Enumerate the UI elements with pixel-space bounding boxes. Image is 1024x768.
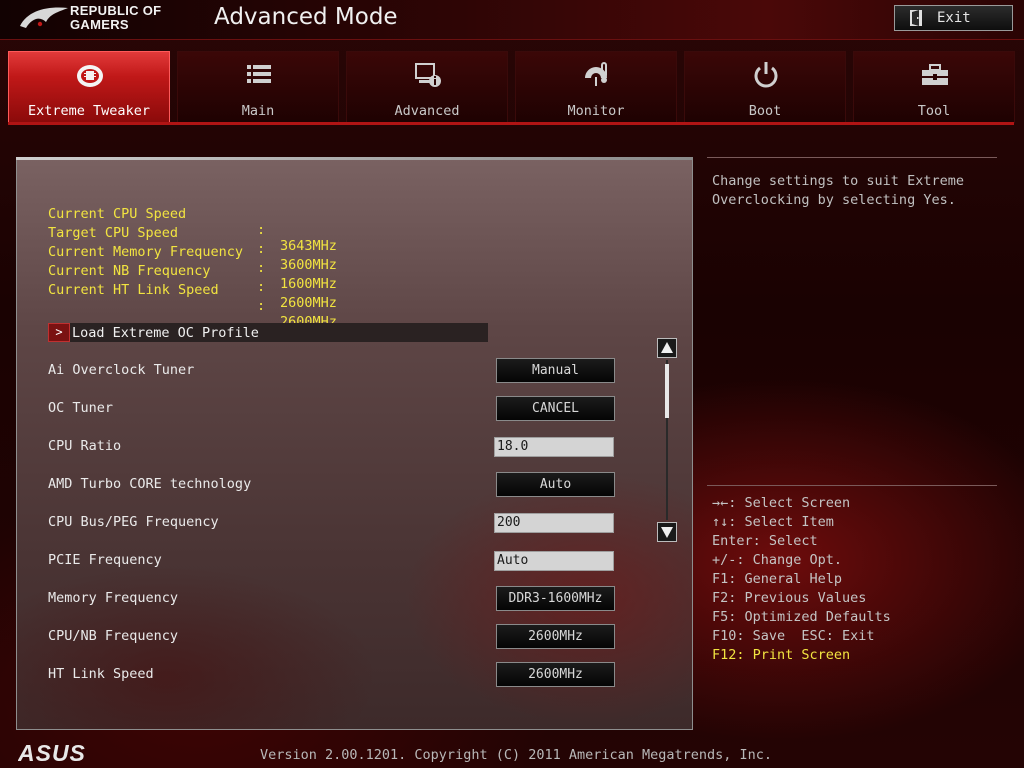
- info-value: 2600MHz: [280, 295, 337, 311]
- info-value: 3600MHz: [280, 257, 337, 273]
- info-key: Current NB Frequency: [48, 263, 211, 279]
- tab-label: Main: [241, 103, 275, 119]
- panel-divider: [16, 157, 693, 160]
- svg-text:ASUS: ASUS: [18, 742, 86, 764]
- info-value: 1600MHz: [280, 276, 337, 292]
- info-current-memory-frequency: Current Memory Frequency : 1600MHz: [48, 228, 337, 292]
- tabs-underline: [8, 122, 1014, 125]
- list-icon: [247, 65, 271, 83]
- tab-label: Tool: [917, 103, 951, 119]
- setting-label-ht-link-speed: HT Link Speed: [48, 666, 154, 682]
- triangle-down-icon: [661, 527, 673, 538]
- tab-tool[interactable]: Tool: [853, 51, 1015, 123]
- ht-link-speed-select[interactable]: 2600MHz: [496, 662, 615, 687]
- info-key: Current HT Link Speed: [48, 282, 219, 298]
- tab-monitor[interactable]: Monitor: [515, 51, 677, 123]
- load-extreme-oc-profile-item[interactable]: > Load Extreme OC Profile: [48, 323, 488, 342]
- tab-label: Boot: [748, 103, 782, 119]
- triangle-up-icon: [661, 342, 673, 353]
- key-hint-f1: F1: General Help: [712, 571, 843, 587]
- help-divider-top: [707, 157, 997, 158]
- pcie-frequency-input[interactable]: Auto: [494, 551, 614, 571]
- scroll-down-button[interactable]: [657, 522, 677, 542]
- info-key: Current Memory Frequency: [48, 244, 244, 260]
- key-hint-enter: Enter: Select: [712, 533, 818, 549]
- title-bar: REPUBLIC OF GAMERS Advanced Mode Exit: [0, 0, 1024, 40]
- tab-advanced[interactable]: Advanced: [346, 51, 508, 123]
- tab-extreme-tweaker[interactable]: Extreme Tweaker: [8, 51, 170, 123]
- info-separator: :: [257, 279, 266, 295]
- info-separator: :: [257, 260, 266, 276]
- key-legend: →←: Select Screen ↑↓: Select Item Enter:…: [712, 494, 1002, 665]
- tweaker-icon: [77, 65, 103, 87]
- load-profile-label: Load Extreme OC Profile: [72, 324, 259, 341]
- setting-label-cpu-ratio: CPU Ratio: [48, 438, 122, 454]
- info-separator: :: [257, 241, 266, 257]
- info-separator: :: [257, 222, 266, 238]
- info-target-cpu-speed: Target CPU Speed : 3600MHz: [48, 209, 337, 273]
- submenu-arrow-icon: >: [48, 323, 70, 342]
- key-hint-select-item: ↑↓: Select Item: [712, 514, 834, 530]
- cpu-nb-frequency-select[interactable]: 2600MHz: [496, 624, 615, 649]
- version-copyright: Version 2.00.1201. Copyright (C) 2011 Am…: [260, 747, 773, 763]
- ai-overclock-tuner-select[interactable]: Manual: [496, 358, 615, 383]
- setting-label-pcie-frequency: PCIE Frequency: [48, 552, 162, 568]
- key-hint-f12: F12: Print Screen: [712, 647, 851, 663]
- setting-label-memory-frequency: Memory Frequency: [48, 590, 179, 606]
- scroll-up-button[interactable]: [657, 338, 677, 358]
- rog-logo-icon: [20, 7, 68, 28]
- setting-label-amd-turbo-core: AMD Turbo CORE technology: [48, 476, 252, 492]
- exit-door-icon: [910, 10, 922, 26]
- amd-turbo-core-select[interactable]: Auto: [496, 472, 615, 497]
- rog-brand-text: REPUBLIC OF GAMERS: [70, 4, 190, 32]
- exit-label: Exit: [937, 10, 971, 26]
- info-current-ht-link-speed: Current HT Link Speed : 2600MHz: [48, 266, 337, 330]
- help-description: Change settings to suit Extreme Overcloc…: [712, 173, 964, 208]
- key-hint-change-opt: +/-: Change Opt.: [712, 552, 843, 568]
- cpu-ratio-input[interactable]: 18.0: [494, 437, 614, 457]
- setting-label-cpu-bus-peg-frequency: CPU Bus/PEG Frequency: [48, 514, 219, 530]
- info-value: 3643MHz: [280, 238, 337, 254]
- tab-label: Advanced: [394, 103, 460, 119]
- page-title: Advanced Mode: [214, 4, 398, 30]
- setting-label-oc-tuner: OC Tuner: [48, 400, 114, 416]
- info-separator: :: [257, 298, 266, 314]
- setting-label-cpu-nb-frequency: CPU/NB Frequency: [48, 628, 179, 644]
- oc-tuner-select[interactable]: CANCEL: [496, 396, 615, 421]
- toolbox-icon: [922, 64, 948, 85]
- key-hint-f5: F5: Optimized Defaults: [712, 609, 891, 625]
- info-key: Current CPU Speed: [48, 206, 187, 222]
- tab-boot[interactable]: Boot: [684, 51, 846, 123]
- info-key: Target CPU Speed: [48, 225, 179, 241]
- key-hint-select-screen: →←: Select Screen: [712, 495, 851, 511]
- tab-label: Extreme Tweaker: [28, 103, 150, 119]
- scroll-thumb[interactable]: [665, 364, 669, 418]
- asus-logo-icon: ASUS: [18, 742, 86, 764]
- power-icon: [754, 62, 778, 88]
- tab-label: Monitor: [567, 103, 625, 119]
- brand-line-1: REPUBLIC OF: [70, 3, 162, 18]
- key-hint-f2: F2: Previous Values: [712, 590, 867, 606]
- key-hint-f10-esc: F10: Save ESC: Exit: [712, 628, 875, 644]
- help-divider-bottom: [707, 485, 997, 486]
- exit-button[interactable]: Exit: [894, 5, 1013, 31]
- cpu-bus-peg-frequency-input[interactable]: 200: [494, 513, 614, 533]
- setting-label-ai-overclock-tuner: Ai Overclock Tuner: [48, 362, 195, 378]
- brand-line-2: GAMERS: [70, 17, 129, 32]
- advanced-icon: [415, 63, 441, 87]
- monitor-gauge-icon: [585, 62, 607, 86]
- memory-frequency-select[interactable]: DDR3-1600MHz: [496, 586, 615, 611]
- tab-main[interactable]: Main: [177, 51, 339, 123]
- info-current-cpu-speed: Current CPU Speed : 3643MHz: [48, 190, 337, 254]
- info-current-nb-frequency: Current NB Frequency : 2600MHz: [48, 247, 337, 311]
